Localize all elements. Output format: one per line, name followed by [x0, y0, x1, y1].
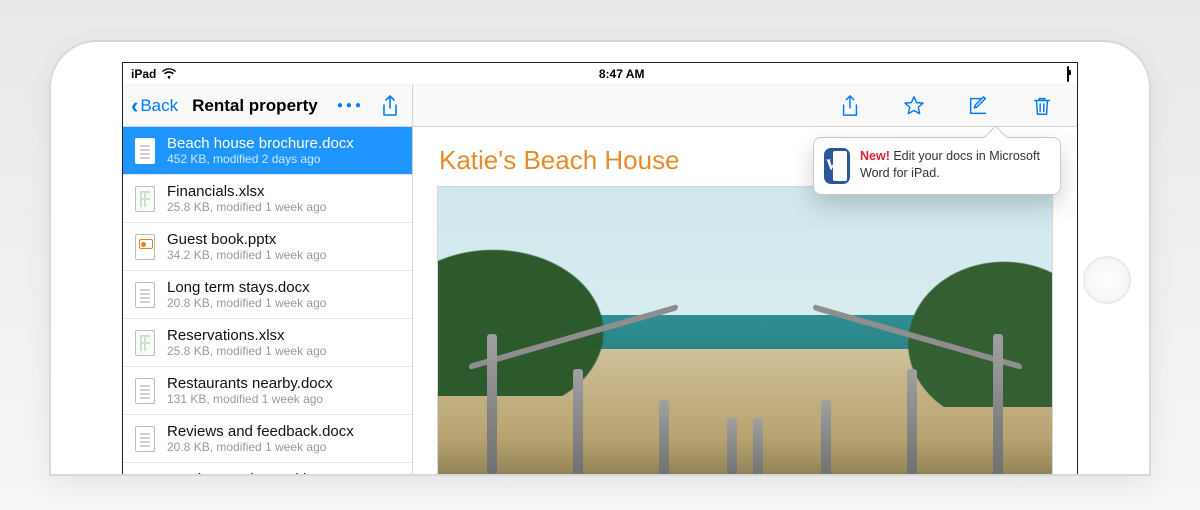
file-meta: 34.2 KB, modified 1 week ago: [167, 248, 326, 262]
back-button[interactable]: ‹ Back: [129, 93, 180, 119]
file-name: Financials.xlsx: [167, 183, 326, 200]
xlsx-file-icon: [135, 186, 155, 212]
file-row[interactable]: Reservations.xlsx25.8 KB, modified 1 wee…: [123, 319, 412, 367]
carrier-label: iPad: [131, 67, 156, 81]
delete-button[interactable]: [1025, 91, 1059, 121]
file-name: Beach house brochure.docx: [167, 135, 354, 152]
file-meta: 20.8 KB, modified 1 week ago: [167, 296, 326, 310]
popover-new-label: New!: [860, 149, 890, 163]
popover-text: New! Edit your docs in Microsoft Word fo…: [860, 148, 1050, 182]
file-name: Long term stays.docx: [167, 279, 326, 296]
app-body: ‹ Back Rental property ●●● Beach house b…: [123, 85, 1077, 474]
detail-header: [413, 85, 1077, 127]
share-icon: [380, 95, 400, 117]
file-meta: 452 KB, modified 2 days ago: [167, 152, 354, 166]
word-badge-letter: W: [826, 157, 842, 175]
file-row[interactable]: Beach house brochure.docx452 KB, modifie…: [123, 127, 412, 175]
file-row[interactable]: Financials.xlsx25.8 KB, modified 1 week …: [123, 175, 412, 223]
file-row[interactable]: Reviews and feedback.docx20.8 KB, modifi…: [123, 415, 412, 463]
trash-icon: [1031, 95, 1053, 117]
folder-title: Rental property: [192, 96, 318, 116]
file-name: Reservations.xlsx: [167, 327, 326, 344]
wifi-icon: [162, 68, 176, 79]
chevron-left-icon: ‹: [131, 95, 138, 117]
word-app-icon: W: [824, 148, 850, 184]
edit-icon: [967, 95, 989, 117]
status-bar: iPad 8:47 AM: [123, 63, 1077, 85]
back-label: Back: [140, 96, 178, 116]
device-frame: iPad 8:47 AM ‹ Back: [0, 0, 1200, 510]
file-list: Beach house brochure.docx452 KB, modifie…: [123, 127, 412, 474]
file-name: Restaurants nearby.docx: [167, 375, 333, 392]
sidebar: ‹ Back Rental property ●●● Beach house b…: [123, 85, 413, 474]
pptx-file-icon: [135, 234, 155, 260]
file-name: Services and amenities.pptx: [167, 471, 355, 474]
docx-file-icon: [135, 378, 155, 404]
more-button[interactable]: ●●●: [331, 96, 370, 115]
docx-file-icon: [135, 138, 155, 164]
status-left: iPad: [131, 67, 176, 81]
docx-file-icon: [135, 282, 155, 308]
sidebar-header: ‹ Back Rental property ●●●: [123, 85, 412, 127]
file-meta: 20.8 KB, modified 1 week ago: [167, 440, 354, 454]
file-row[interactable]: Restaurants nearby.docx131 KB, modified …: [123, 367, 412, 415]
pptx-file-icon: [135, 474, 155, 475]
file-row[interactable]: Services and amenities.pptx34.2 KB, modi…: [123, 463, 412, 474]
file-row[interactable]: Long term stays.docx20.8 KB, modified 1 …: [123, 271, 412, 319]
edit-in-word-popover[interactable]: W New! Edit your docs in Microsoft Word …: [813, 137, 1061, 195]
file-name: Reviews and feedback.docx: [167, 423, 354, 440]
file-row[interactable]: Guest book.pptx34.2 KB, modified 1 week …: [123, 223, 412, 271]
share-button-sidebar[interactable]: [374, 91, 406, 121]
favorite-button[interactable]: [897, 91, 931, 121]
battery-icon: [1067, 66, 1069, 82]
screen: iPad 8:47 AM ‹ Back: [122, 62, 1078, 474]
share-button[interactable]: [833, 91, 867, 121]
home-button[interactable]: [1083, 256, 1131, 304]
status-right: [1067, 67, 1069, 81]
file-meta: 25.8 KB, modified 1 week ago: [167, 344, 326, 358]
edit-button[interactable]: [961, 91, 995, 121]
file-meta: 25.8 KB, modified 1 week ago: [167, 200, 326, 214]
file-meta: 131 KB, modified 1 week ago: [167, 392, 333, 406]
xlsx-file-icon: [135, 330, 155, 356]
device-bezel: iPad 8:47 AM ‹ Back: [51, 42, 1149, 474]
detail-pane: Katie's Beach House: [413, 85, 1077, 474]
star-icon: [903, 95, 925, 117]
file-name: Guest book.pptx: [167, 231, 326, 248]
share-icon: [839, 95, 861, 117]
more-icon: ●●●: [337, 100, 364, 111]
document-preview-image: [437, 186, 1053, 474]
clock: 8:47 AM: [599, 67, 645, 81]
docx-file-icon: [135, 426, 155, 452]
